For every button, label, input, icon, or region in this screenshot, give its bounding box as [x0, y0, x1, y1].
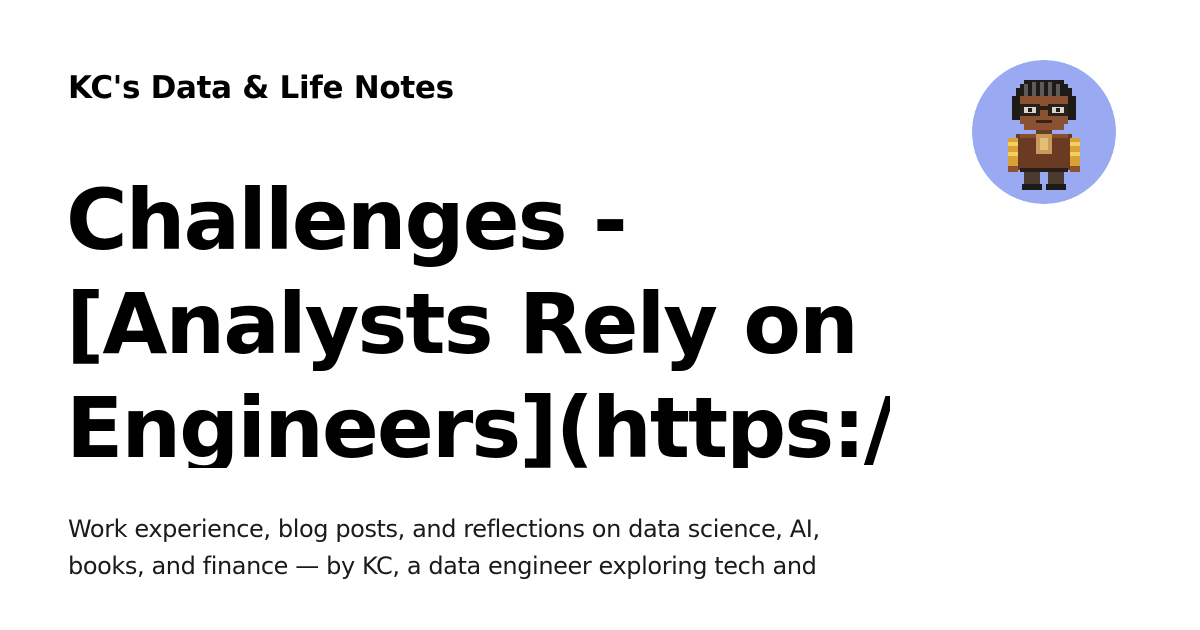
site-name: KC's Data & Life Notes [68, 70, 454, 106]
avatar [972, 60, 1116, 204]
page-title-line-2: [Analysts Rely on [66, 275, 859, 373]
page-description: Work experience, blog posts, and reflect… [68, 511, 898, 587]
page-title-line-3: Engineers](https://a [66, 379, 890, 468]
page-title-line-1: Challenges - [66, 171, 628, 269]
pixel-art-character-icon [972, 60, 1116, 204]
page-description-line-1: Work experience, blog posts, and reflect… [68, 515, 820, 543]
page-title: Challenges - [Analysts Rely on Engineers… [66, 168, 890, 468]
page-description-line-2: books, and finance — by KC, a data engin… [68, 552, 817, 580]
